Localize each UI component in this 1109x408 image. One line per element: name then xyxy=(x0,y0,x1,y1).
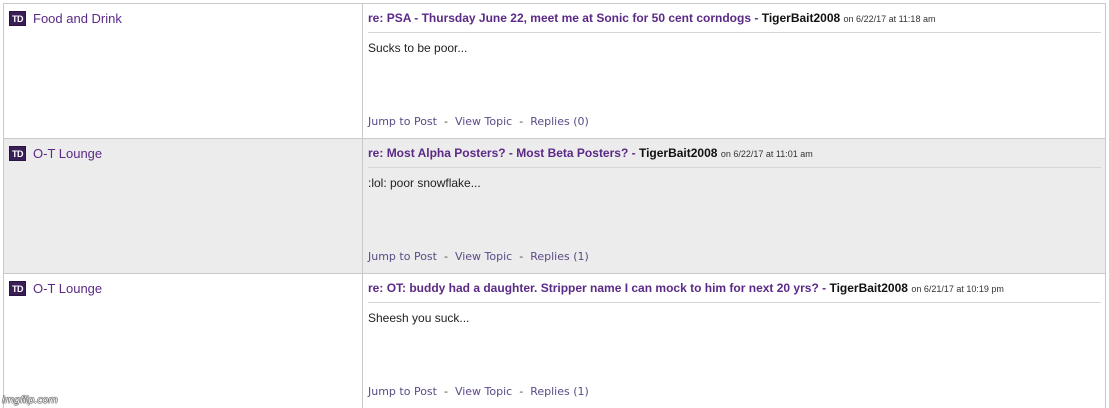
username-link[interactable]: TigerBait2008 xyxy=(829,281,908,295)
separator: - xyxy=(443,250,448,263)
forum-cell: TD O-T Lounge xyxy=(4,139,363,273)
post-cell: re: PSA - Thursday June 22, meet me at S… xyxy=(363,4,1105,138)
post-links: Jump to Post - View Topic - Replies (1) xyxy=(368,385,589,398)
post-links: Jump to Post - View Topic - Replies (0) xyxy=(368,115,589,128)
title-prefix: re: xyxy=(368,146,384,160)
post-title-link[interactable]: re: Most Alpha Posters? - Most Beta Post… xyxy=(368,146,628,160)
separator: - xyxy=(519,385,524,398)
replies-link[interactable]: Replies (1) xyxy=(530,385,589,398)
view-topic-link[interactable]: View Topic xyxy=(455,115,512,128)
post-timestamp: on 6/22/17 at 11:01 am xyxy=(720,149,813,159)
forum-cell: TD O-T Lounge xyxy=(4,274,363,408)
separator: - xyxy=(822,281,827,295)
imgflip-watermark: imgflip.com xyxy=(2,395,58,406)
post-body: :lol: poor snowflake... xyxy=(368,176,481,190)
post-title: OT: buddy had a daughter. Stripper name … xyxy=(386,281,819,295)
post-row: TD O-T Lounge re: Most Alpha Posters? - … xyxy=(4,139,1105,274)
forum-link[interactable]: O-T Lounge xyxy=(33,280,102,298)
forum-link[interactable]: Food and Drink xyxy=(33,10,122,28)
td-logo-icon: TD xyxy=(9,146,26,161)
post-timestamp: on 6/22/17 at 11:18 am xyxy=(843,14,936,24)
td-logo-icon: TD xyxy=(9,281,26,296)
post-title: Most Alpha Posters? - Most Beta Posters? xyxy=(386,146,629,160)
post-body: Sucks to be poor... xyxy=(368,41,468,55)
jump-to-post-link[interactable]: Jump to Post xyxy=(368,115,437,128)
separator: - xyxy=(519,250,524,263)
post-cell: re: Most Alpha Posters? - Most Beta Post… xyxy=(363,139,1105,273)
post-body: Sheesh you suck... xyxy=(368,311,470,325)
td-logo-icon: TD xyxy=(9,11,26,26)
post-list: TD Food and Drink re: PSA - Thursday Jun… xyxy=(3,3,1106,408)
post-row: TD O-T Lounge re: OT: buddy had a daught… xyxy=(4,274,1105,408)
post-title: PSA - Thursday June 22, meet me at Sonic… xyxy=(386,11,752,25)
forum-cell: TD Food and Drink xyxy=(4,4,363,138)
title-prefix: re: xyxy=(368,11,384,25)
separator: - xyxy=(754,11,759,25)
separator: - xyxy=(443,385,448,398)
replies-link[interactable]: Replies (0) xyxy=(530,115,589,128)
username-link[interactable]: TigerBait2008 xyxy=(639,146,718,160)
username-link[interactable]: TigerBait2008 xyxy=(762,11,841,25)
separator: - xyxy=(519,115,524,128)
post-title-link[interactable]: re: OT: buddy had a daughter. Stripper n… xyxy=(368,281,819,295)
post-timestamp: on 6/21/17 at 10:19 pm xyxy=(911,284,1004,294)
jump-to-post-link[interactable]: Jump to Post xyxy=(368,250,437,263)
jump-to-post-link[interactable]: Jump to Post xyxy=(368,385,437,398)
post-links: Jump to Post - View Topic - Replies (1) xyxy=(368,250,589,263)
post-header: re: Most Alpha Posters? - Most Beta Post… xyxy=(368,139,1101,168)
separator: - xyxy=(631,146,636,160)
replies-link[interactable]: Replies (1) xyxy=(530,250,589,263)
view-topic-link[interactable]: View Topic xyxy=(455,385,512,398)
forum-link[interactable]: O-T Lounge xyxy=(33,145,102,163)
post-row: TD Food and Drink re: PSA - Thursday Jun… xyxy=(4,4,1105,139)
separator: - xyxy=(443,115,448,128)
post-title-link[interactable]: re: PSA - Thursday June 22, meet me at S… xyxy=(368,11,751,25)
view-topic-link[interactable]: View Topic xyxy=(455,250,512,263)
post-cell: re: OT: buddy had a daughter. Stripper n… xyxy=(363,274,1105,408)
title-prefix: re: xyxy=(368,281,384,295)
post-header: re: OT: buddy had a daughter. Stripper n… xyxy=(368,274,1101,303)
post-header: re: PSA - Thursday June 22, meet me at S… xyxy=(368,4,1101,33)
